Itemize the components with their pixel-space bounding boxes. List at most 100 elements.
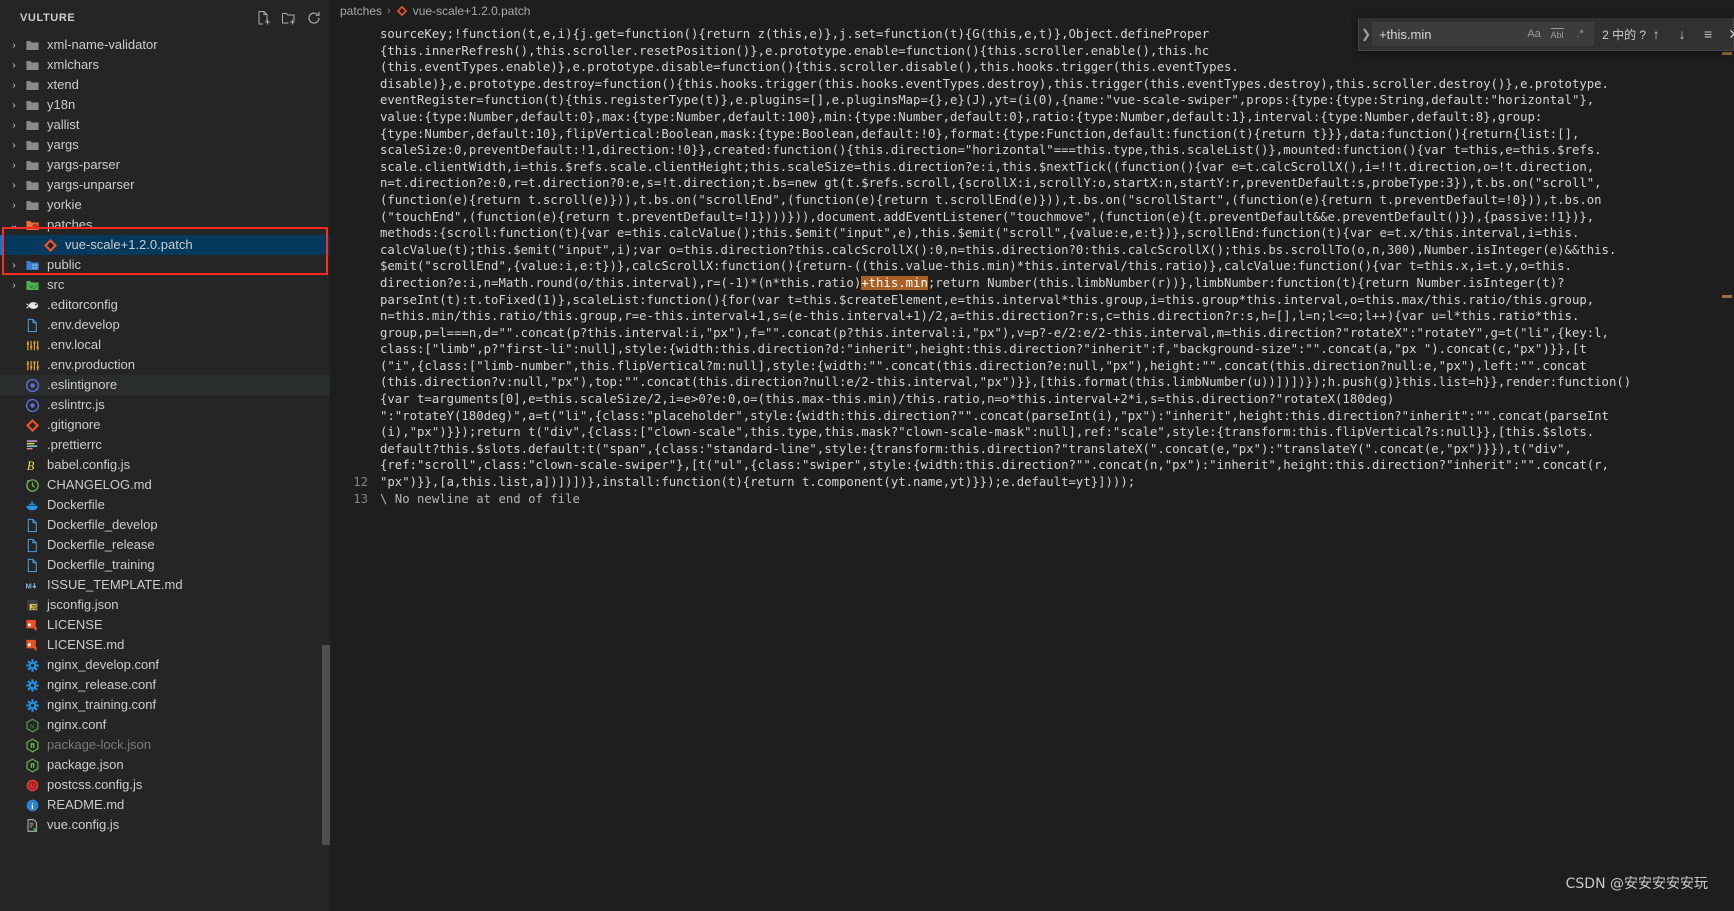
file-tree-row[interactable]: .eslintrc.js (0, 395, 330, 415)
code-line[interactable]: value:{type:Number,default:0},max:{type:… (380, 109, 1728, 126)
code-line[interactable]: {ref:"scroll",class:"clown-scale-swiper"… (380, 457, 1728, 474)
refresh-icon[interactable] (306, 10, 322, 26)
chevron-right-icon[interactable]: › (6, 77, 22, 93)
find-next-icon[interactable]: ↓ (1672, 24, 1692, 44)
chevron-right-icon[interactable]: › (6, 37, 22, 53)
code-line[interactable]: direction?e:i,n=Math.round(o/this.interv… (380, 275, 1728, 292)
file-tree-row[interactable]: .editorconfig (0, 295, 330, 315)
chevron-right-icon[interactable]: › (6, 57, 22, 73)
file-tree-row[interactable]: › yorkie (0, 195, 330, 215)
file-tree-row[interactable]: nginx_develop.conf (0, 655, 330, 675)
match-case-icon[interactable]: Aa (1524, 24, 1544, 44)
find-in-selection-icon[interactable]: ≡ (1698, 24, 1718, 44)
code-line[interactable]: class:["limb",p?"first-li":null],style:{… (380, 341, 1728, 358)
code-line[interactable]: n=t.direction?e:0,r=t.direction?0:e,s=!t… (380, 175, 1728, 192)
file-tree-row[interactable]: nginx_release.conf (0, 675, 330, 695)
find-input-wrapper[interactable]: Aa Abl .* (1372, 22, 1595, 46)
file-tree-row[interactable]: Nnginx.conf (0, 715, 330, 735)
code-line[interactable]: methods:{scroll:function(t){var e=this.c… (380, 225, 1728, 242)
code-line[interactable]: {var t=arguments[0],e=this.scaleSize/2,i… (380, 391, 1728, 408)
file-tree-row[interactable]: › </> src (0, 275, 330, 295)
file-tree-row[interactable]: vue.config.js (0, 815, 330, 835)
chevron-down-icon[interactable]: ⌄ (6, 217, 22, 233)
file-tree-row[interactable]: › xmlchars (0, 55, 330, 75)
code-line[interactable]: (this.direction?v:null,"px"),top:"".conc… (380, 374, 1728, 391)
file-tree-row[interactable]: Dockerfile (0, 495, 330, 515)
chevron-right-icon[interactable]: › (6, 97, 22, 113)
new-file-icon[interactable] (256, 10, 272, 26)
file-tree-row[interactable]: .env.production (0, 355, 330, 375)
file-tree-row[interactable]: › yargs-unparser (0, 175, 330, 195)
whole-word-icon[interactable]: Abl (1547, 24, 1567, 44)
breadcrumb-folder[interactable]: patches (340, 4, 382, 18)
file-tree-row[interactable]: ■ LICENSE.md (0, 635, 330, 655)
code-content[interactable]: sourceKey;!function(t,e,i){j.get=functio… (380, 22, 1734, 911)
file-tree-row[interactable]: › public (0, 255, 330, 275)
code-line[interactable]: eventRegister=function(t){this.registerT… (380, 92, 1728, 109)
file-tree-row[interactable]: JS jsconfig.json (0, 595, 330, 615)
file-tree-row[interactable]: vue-scale+1.2.0.patch (0, 235, 330, 255)
chevron-right-icon[interactable]: › (6, 277, 22, 293)
close-icon[interactable]: ✕ (1724, 24, 1734, 44)
code-line[interactable]: calcValue(t);this.$emit("input",i);var o… (380, 242, 1728, 259)
file-tree[interactable]: › xml-name-validator › xmlchars › xtend › y18n ›… (0, 35, 330, 911)
file-tree-row[interactable]: .env.develop (0, 315, 330, 335)
code-line[interactable]: ("touchEnd",(function(e){return t.preven… (380, 209, 1728, 226)
code-editor[interactable]: 12 13 sourceKey;!function(t,e,i){j.get=fu… (330, 22, 1734, 911)
code-line[interactable]: group,p=l===n,d="".concat(p?this.interva… (380, 325, 1728, 342)
find-widget[interactable]: ❯ Aa Abl .* 2 中的 ? ↑ ↓ ≡ ✕ (1358, 18, 1734, 51)
chevron-right-icon[interactable]: › (6, 257, 22, 273)
file-tree-row[interactable]: .prettierrc (0, 435, 330, 455)
file-tree-row[interactable]: › xtend (0, 75, 330, 95)
sidebar-scrollbar[interactable] (322, 645, 330, 845)
code-line[interactable]: parseInt(t):t.toFixed(1)},scaleList:func… (380, 292, 1728, 309)
code-line[interactable]: (i),"px")}});return t("div",{class:["clo… (380, 424, 1728, 441)
breadcrumb-file[interactable]: vue-scale+1.2.0.patch (396, 4, 530, 18)
code-line[interactable]: scaleSize:0,preventDefault:!1,direction:… (380, 142, 1728, 159)
chevron-right-icon[interactable]: › (6, 117, 22, 133)
code-line[interactable]: (function(e){return t.scroll(e)})),t.bs.… (380, 192, 1728, 209)
code-line[interactable]: default?this.$slots.default:t("span",{cl… (380, 441, 1728, 458)
svg-text:JS: JS (31, 604, 38, 610)
file-tree-row[interactable]: › xml-name-validator (0, 35, 330, 55)
code-line[interactable]: $emit("scrollEnd",{value:i,e:t})},calcSc… (380, 258, 1728, 275)
file-tree-row[interactable]: Bbabel.config.js (0, 455, 330, 475)
chevron-right-icon[interactable]: ❯ (1361, 18, 1371, 50)
find-input[interactable] (1373, 26, 1525, 42)
file-tree-row[interactable]: Dockerfile_develop (0, 515, 330, 535)
code-line[interactable]: ("i",{class:["limb-number",this.flipVert… (380, 358, 1728, 375)
chevron-right-icon[interactable]: › (6, 137, 22, 153)
file-tree-row[interactable]: Dockerfile_training (0, 555, 330, 575)
file-tree-row[interactable]: CHANGELOG.md (0, 475, 330, 495)
code-line[interactable]: "px")}},[a,this.list,a])])])},install:fu… (380, 474, 1728, 491)
chevron-right-icon[interactable]: › (6, 157, 22, 173)
code-line[interactable]: disable)},e.prototype.destroy=function()… (380, 76, 1728, 93)
code-line[interactable]: n=this.min/this.ratio/this.group,r=e-thi… (380, 308, 1728, 325)
file-tree-row[interactable]: M ISSUE_TEMPLATE.md (0, 575, 330, 595)
code-line[interactable]: (this.eventTypes.enable)},e.prototype.di… (380, 59, 1728, 76)
file-tree-row[interactable]: i README.md (0, 795, 330, 815)
code-line[interactable]: ":"rotateY(180deg)",a=t("li",{class:"pla… (380, 408, 1728, 425)
file-tree-row[interactable]: nginx_training.conf (0, 695, 330, 715)
new-folder-icon[interactable] (281, 10, 297, 26)
file-tree-row[interactable]: › yargs-parser (0, 155, 330, 175)
file-tree-row[interactable]: › yallist (0, 115, 330, 135)
chevron-right-icon[interactable]: › (6, 197, 22, 213)
file-tree-row[interactable]: ■ LICENSE (0, 615, 330, 635)
file-tree-row[interactable]: .env.local (0, 335, 330, 355)
file-tree-row[interactable]: Dockerfile_release (0, 535, 330, 555)
overview-ruler[interactable] (1720, 22, 1734, 911)
file-tree-row[interactable]: package.json (0, 755, 330, 775)
use-regex-icon[interactable]: .* (1570, 24, 1590, 44)
code-line[interactable]: {type:Number,default:10},flipVertical:Bo… (380, 126, 1728, 143)
file-tree-row[interactable]: package-lock.json (0, 735, 330, 755)
file-tree-row[interactable]: postcss.config.js (0, 775, 330, 795)
code-line[interactable]: scale.clientWidth,i=this.$refs.scale.cli… (380, 159, 1728, 176)
file-tree-row[interactable]: › y18n (0, 95, 330, 115)
chevron-right-icon[interactable]: › (6, 177, 22, 193)
file-tree-row[interactable]: .eslintignore (0, 375, 330, 395)
file-tree-row[interactable]: .gitignore (0, 415, 330, 435)
file-tree-row[interactable]: › yargs (0, 135, 330, 155)
file-tree-row[interactable]: ⌄ patches (0, 215, 330, 235)
find-previous-icon[interactable]: ↑ (1646, 24, 1666, 44)
